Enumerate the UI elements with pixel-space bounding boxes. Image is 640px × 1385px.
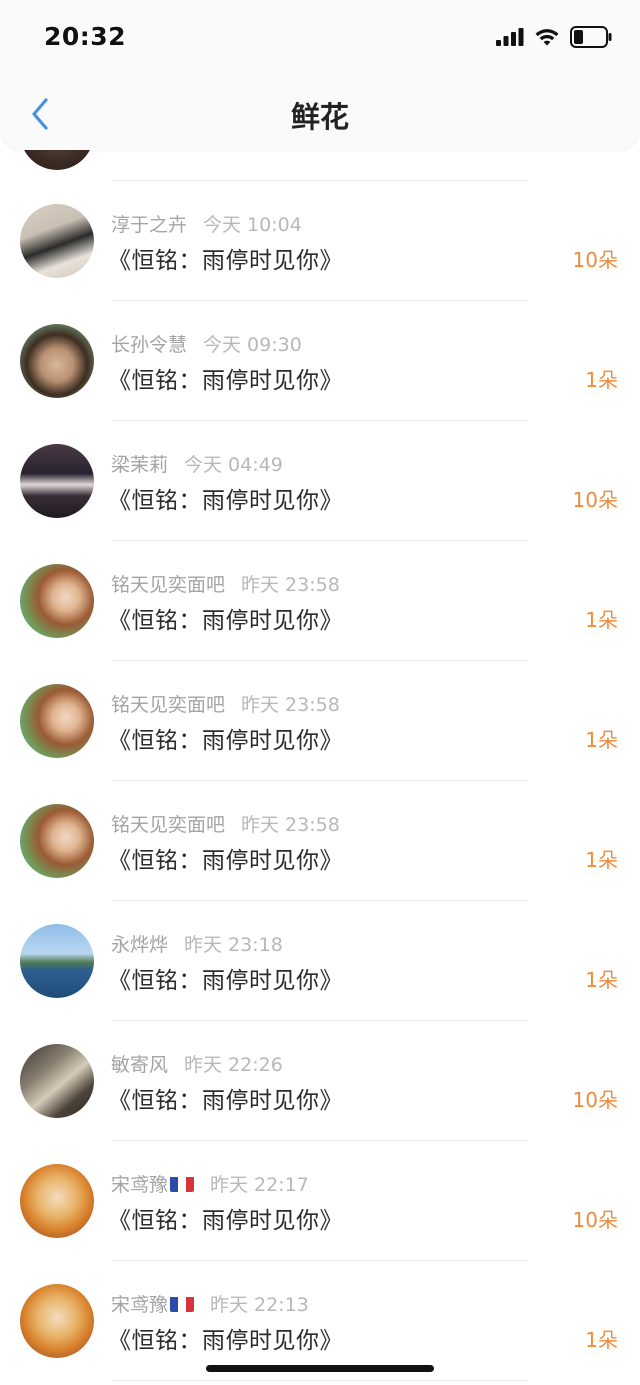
avatar[interactable]	[20, 564, 94, 638]
france-flag-icon	[170, 1296, 195, 1312]
flower-count: 1朵	[585, 968, 618, 992]
list-item[interactable]: 梁茉莉 今天 04:49 《恒铭：雨停时见你》 10朵	[0, 420, 640, 541]
sender-line: 永烨烨 昨天 23:18	[111, 930, 283, 957]
send-time: 昨天 22:17	[210, 1174, 309, 1196]
avatar[interactable]	[20, 924, 94, 998]
sender-line: 长孙令慧 今天 09:30	[111, 330, 302, 357]
sender-name[interactable]: 宋鸢豫	[111, 1174, 168, 1196]
home-indicator	[206, 1365, 434, 1372]
list-item[interactable]: 长孙令慧 今天 09:30 《恒铭：雨停时见你》 1朵	[0, 300, 640, 421]
send-time: 今天 09:30	[203, 334, 302, 356]
flower-count: 1朵	[585, 608, 618, 632]
book-title: 《恒铭：雨停时见你》	[108, 1088, 343, 1114]
send-time: 昨天 22:26	[184, 1054, 283, 1076]
list-item[interactable]: 铭天见奕面吧 昨天 23:58 《恒铭：雨停时见你》 1朵	[0, 660, 640, 781]
list-item[interactable]: 铭天见奕面吧 昨天 23:58 《恒铭：雨停时见你》 1朵	[0, 780, 640, 901]
sender-line: 敏寄风 昨天 22:26	[111, 1050, 283, 1077]
book-title: 《恒铭：雨停时见你》	[108, 968, 343, 994]
flower-count: 10朵	[572, 1208, 618, 1232]
flower-count: 1朵	[585, 368, 618, 392]
send-time: 今天 04:49	[184, 454, 283, 476]
list-item[interactable]: 永烨烨 昨天 23:18 《恒铭：雨停时见你》 1朵	[0, 900, 640, 1021]
france-flag-icon	[170, 1176, 195, 1192]
sender-line: 宋鸢豫 昨天 22:13	[111, 1290, 309, 1317]
status-icons	[496, 26, 612, 52]
page-title: 鲜花	[290, 100, 349, 134]
flower-count: 10朵	[572, 1088, 618, 1112]
avatar[interactable]	[20, 684, 94, 758]
divider	[112, 1380, 528, 1381]
book-title: 《恒铭：雨停时见你》	[108, 848, 343, 874]
list-item[interactable]: 敏寄风 昨天 22:26 《恒铭：雨停时见你》 10朵	[0, 1020, 640, 1141]
screen: 淳于之卉 今天 10:04 《恒铭：雨停时见你》 10朵 长孙令慧 今天 09:30 《恒铭…	[0, 0, 640, 1385]
flower-count: 10朵	[572, 248, 618, 272]
book-title: 《恒铭：雨停时见你》	[108, 1328, 343, 1354]
book-title: 《恒铭：雨停时见你》	[108, 248, 343, 274]
flower-count: 1朵	[585, 848, 618, 872]
list-item[interactable]: 宋鸢豫 昨天 22:13 《恒铭：雨停时见你》 1朵	[0, 1260, 640, 1381]
sender-name[interactable]: 长孙令慧	[111, 334, 187, 356]
avatar[interactable]	[20, 1284, 94, 1358]
sender-line: 梁茉莉 今天 04:49	[111, 450, 283, 477]
status-time: 20:32	[44, 22, 127, 51]
sender-line: 铭天见奕面吧 昨天 23:58	[111, 570, 340, 597]
send-time: 昨天 22:13	[210, 1294, 309, 1316]
send-time: 昨天 23:18	[184, 934, 283, 956]
sender-name[interactable]: 永烨烨	[111, 934, 168, 956]
sender-line: 宋鸢豫 昨天 22:17	[111, 1170, 309, 1197]
book-title: 《恒铭：雨停时见你》	[108, 488, 343, 514]
flower-count: 10朵	[572, 488, 618, 512]
sender-name[interactable]: 宋鸢豫	[111, 1294, 168, 1316]
flower-count: 1朵	[585, 1328, 618, 1352]
sender-name[interactable]: 铭天见奕面吧	[111, 814, 225, 836]
list-item[interactable]: 淳于之卉 今天 10:04 《恒铭：雨停时见你》 10朵	[0, 180, 640, 301]
signal-icon	[496, 28, 524, 50]
sender-name[interactable]: 敏寄风	[111, 1054, 168, 1076]
flower-count: 1朵	[585, 728, 618, 752]
send-time: 昨天 23:58	[241, 814, 340, 836]
avatar[interactable]	[20, 444, 94, 518]
book-title: 《恒铭：雨停时见你》	[108, 728, 343, 754]
sender-name[interactable]: 梁茉莉	[111, 454, 168, 476]
book-title: 《恒铭：雨停时见你》	[108, 608, 343, 634]
avatar[interactable]	[20, 204, 94, 278]
sender-line: 铭天见奕面吧 昨天 23:58	[111, 690, 340, 717]
avatar[interactable]	[20, 324, 94, 398]
avatar[interactable]	[20, 1044, 94, 1118]
send-time: 今天 10:04	[203, 214, 302, 236]
battery-icon	[570, 26, 612, 52]
list-item[interactable]: 宋鸢豫 昨天 22:17 《恒铭：雨停时见你》 10朵	[0, 1140, 640, 1261]
sender-name[interactable]: 铭天见奕面吧	[111, 574, 225, 596]
avatar[interactable]	[20, 804, 94, 878]
list-item[interactable]: 铭天见奕面吧 昨天 23:58 《恒铭：雨停时见你》 1朵	[0, 540, 640, 661]
nav-header: 20:32 鲜花	[0, 0, 640, 150]
sender-line: 淳于之卉 今天 10:04	[111, 210, 302, 237]
sender-name[interactable]: 铭天见奕面吧	[111, 694, 225, 716]
wifi-icon	[534, 27, 560, 51]
send-time: 昨天 23:58	[241, 574, 340, 596]
send-time: 昨天 23:58	[241, 694, 340, 716]
sender-line: 铭天见奕面吧 昨天 23:58	[111, 810, 340, 837]
book-title: 《恒铭：雨停时见你》	[108, 1208, 343, 1234]
sender-name[interactable]: 淳于之卉	[111, 214, 187, 236]
book-title: 《恒铭：雨停时见你》	[108, 368, 343, 394]
avatar[interactable]	[20, 1164, 94, 1238]
